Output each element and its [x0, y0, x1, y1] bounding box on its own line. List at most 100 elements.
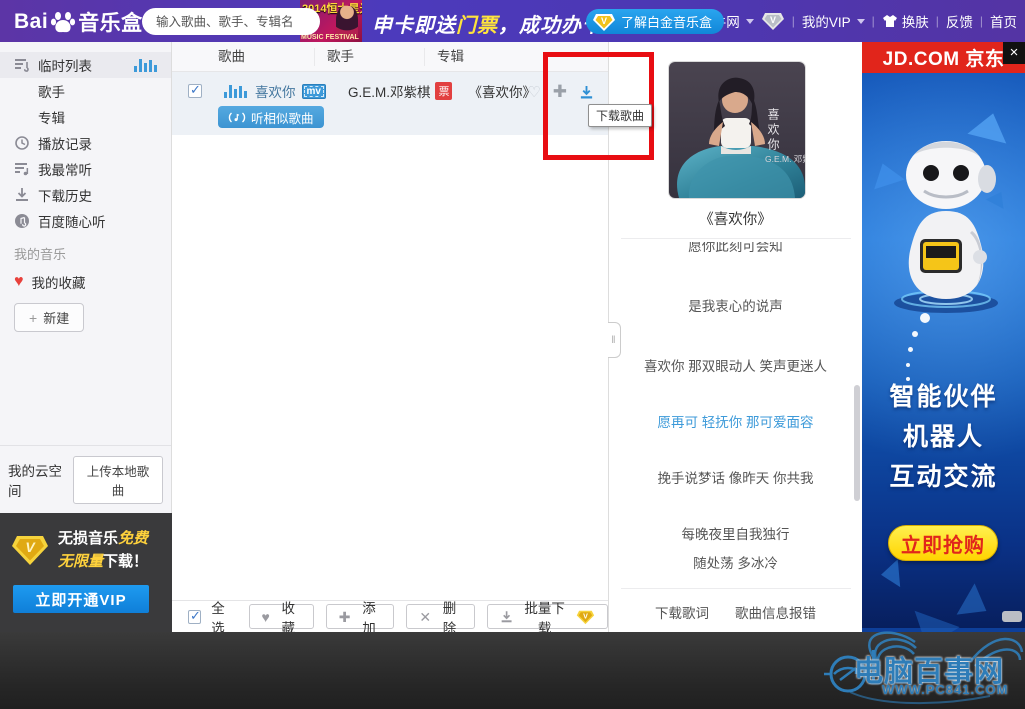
link-my-vip[interactable]: 我的VIP [802, 11, 865, 31]
lyric-line: 是我衷心的说声 [609, 295, 862, 315]
history-clock-icon [14, 135, 30, 151]
playing-eq-icon [224, 85, 247, 98]
column-artist[interactable]: 歌手 [315, 48, 425, 66]
batch-toolbar: 全选 ♥ 收藏 ✚ 添加 ✕ 删除 批量下载 V [172, 600, 608, 632]
banner-text-1: 申卡即送 [372, 15, 456, 37]
cover-title-vertical: 喜欢你 [766, 108, 780, 153]
link-feedback-label: 反馈 [946, 11, 973, 31]
download-song-icon[interactable] [579, 85, 594, 100]
list-header: 歌曲 歌手 专辑 [172, 42, 608, 72]
top-links: 腾牛网 V | 我的VIP | 换肤 | 反馈 [699, 0, 1017, 42]
x-icon: ✕ [419, 610, 431, 624]
silver-diamond-icon[interactable]: V [761, 11, 785, 31]
link-home-label: 首页 [990, 11, 1017, 31]
add-to-playlist-icon[interactable]: ✚ [553, 82, 567, 102]
sidebar-item-artists[interactable]: 歌手 [0, 78, 171, 104]
jd-ad-banner[interactable]: JD.COM 京东 × [862, 42, 1025, 632]
favorite-label: 收藏 [276, 597, 301, 637]
column-album[interactable]: 专辑 [425, 48, 545, 66]
sidebar-item-most-played[interactable]: 我最常听 [0, 156, 171, 182]
search-input[interactable] [156, 15, 317, 29]
sidebar-item-label: 专辑 [38, 107, 65, 127]
divider [621, 238, 851, 239]
lyric-line: 喜欢你 那双眼动人 笑声更迷人 [609, 355, 862, 375]
triangle-decoration [957, 583, 996, 626]
select-all-checkbox[interactable] [188, 610, 201, 624]
gold-diamond-icon: V [10, 533, 50, 567]
link-home[interactable]: 首页 [990, 11, 1017, 31]
ad-info-chip[interactable] [1002, 611, 1022, 622]
lyric-line: 随处荡 多冰冷 [609, 552, 862, 572]
row-checkbox[interactable] [188, 84, 202, 98]
song-title[interactable]: 喜欢你 [255, 81, 296, 101]
sidebar-item-download-history[interactable]: 下载历史 [0, 182, 171, 208]
sidebar-item-label: 百度随心听 [38, 211, 106, 231]
cover-artist-text: G.E.M. 邓紫棋 [765, 154, 805, 164]
platinum-box-label: 了解白金音乐盒 [621, 12, 712, 31]
download-lyrics-link[interactable]: 下载歌词 [655, 602, 709, 622]
song-row[interactable]: 喜欢你 mv G.E.M.邓紫棋 票 《喜欢你》 ♡ ✚ [172, 72, 608, 135]
report-song-info-link[interactable]: 歌曲信息报错 [735, 602, 816, 622]
logo-text-suffix: 音乐盒 [78, 7, 143, 37]
plus-icon: + [29, 310, 37, 326]
batch-download-button[interactable]: 批量下载 V [487, 604, 608, 629]
app-logo[interactable]: Bai 音乐盒 [14, 7, 143, 37]
separator: | [792, 14, 795, 28]
lyric-line: 愿你此刻可会知 [609, 242, 862, 255]
song-list-area: 歌曲 歌手 专辑 喜欢你 mv G.E.M.邓紫棋 票 《喜欢你》 ♡ ✚ [172, 42, 608, 600]
shirt-icon [882, 14, 898, 28]
ad-close-button[interactable]: × [1003, 42, 1025, 64]
lyrics-scrollbar[interactable] [854, 385, 860, 501]
select-all-label: 全选 [211, 597, 236, 637]
logo-text-prefix: Bai [14, 10, 48, 34]
svg-text:V: V [583, 612, 588, 620]
add-button[interactable]: ✚ 添加 [326, 604, 395, 629]
sidebar-item-baidu-radio[interactable]: 百度随心听 [0, 208, 171, 234]
festival-subtitle: MUSIC FESTIVAL [301, 34, 359, 41]
buy-now-button[interactable]: 立即抢购 [888, 525, 998, 561]
player-bar: 喜欢你 - G.E.M.邓紫棋 ♥ 02: [0, 632, 1025, 709]
triangle-decoration [880, 559, 900, 588]
add-label: 添加 [357, 597, 382, 637]
new-playlist-button[interactable]: + 新建 [14, 303, 84, 332]
lyric-line-active: 愿再可 轻抚你 那可爱面容 [609, 411, 862, 431]
link-change-skin-label: 换肤 [902, 11, 929, 31]
album-cover[interactable]: 喜欢你 G.E.M. 邓紫棋 [669, 62, 805, 198]
listen-similar-button[interactable]: 听相似歌曲 [218, 106, 324, 128]
sidebar-item-albums[interactable]: 专辑 [0, 104, 171, 130]
search-box[interactable] [142, 8, 320, 35]
vip-promo-panel: V 无损音乐免费 无限量下载！ 立即开通VIP [0, 513, 172, 632]
favorite-heart-icon[interactable]: ♡ [527, 83, 540, 101]
song-album[interactable]: 《喜欢你》 [468, 81, 536, 101]
favorite-button[interactable]: ♥ 收藏 [249, 604, 314, 629]
link-my-vip-label: 我的VIP [802, 11, 851, 31]
link-change-skin[interactable]: 换肤 [882, 11, 929, 31]
lyrics-panel: ‖ [608, 42, 862, 632]
delete-button[interactable]: ✕ 删除 [406, 604, 475, 629]
playlist-icon [14, 57, 30, 73]
sidebar-item-temp-list[interactable]: 临时列表 [0, 52, 171, 78]
sidebar-item-label: 播放记录 [38, 133, 92, 153]
heart-icon: ♥ [262, 610, 270, 624]
mv-badge[interactable]: mv [302, 84, 326, 99]
link-feedback[interactable]: 反馈 [946, 11, 973, 31]
batch-download-label: 批量下载 [519, 597, 570, 637]
song-artist[interactable]: G.E.M.邓紫棋 [348, 81, 431, 101]
sidebar-item-favorites[interactable]: ♥ 我的收藏 [0, 269, 171, 295]
column-song[interactable]: 歌曲 [172, 48, 315, 66]
lyric-line: 每晚夜里自我独行 [609, 523, 862, 543]
vip-line2: 下载！ [103, 553, 148, 570]
vip-line2-em: 无限量 [58, 553, 103, 570]
vip-line1-em: 免费 [118, 530, 148, 547]
upload-local-songs-button[interactable]: 上传本地歌曲 [73, 456, 163, 504]
listen-similar-label: 听相似歌曲 [251, 108, 314, 127]
open-vip-button[interactable]: 立即开通VIP [13, 585, 149, 613]
separator: | [872, 14, 875, 28]
ticket-badge[interactable]: 票 [435, 82, 452, 100]
baidu-paw-icon [50, 9, 76, 35]
triangle-decoration [904, 611, 959, 632]
select-all[interactable]: 全选 [188, 597, 237, 637]
sidebar-item-play-history[interactable]: 播放记录 [0, 130, 171, 156]
sidebar-item-label: 临时列表 [38, 55, 92, 75]
platinum-box-button[interactable]: V 了解白金音乐盒 [586, 9, 724, 34]
